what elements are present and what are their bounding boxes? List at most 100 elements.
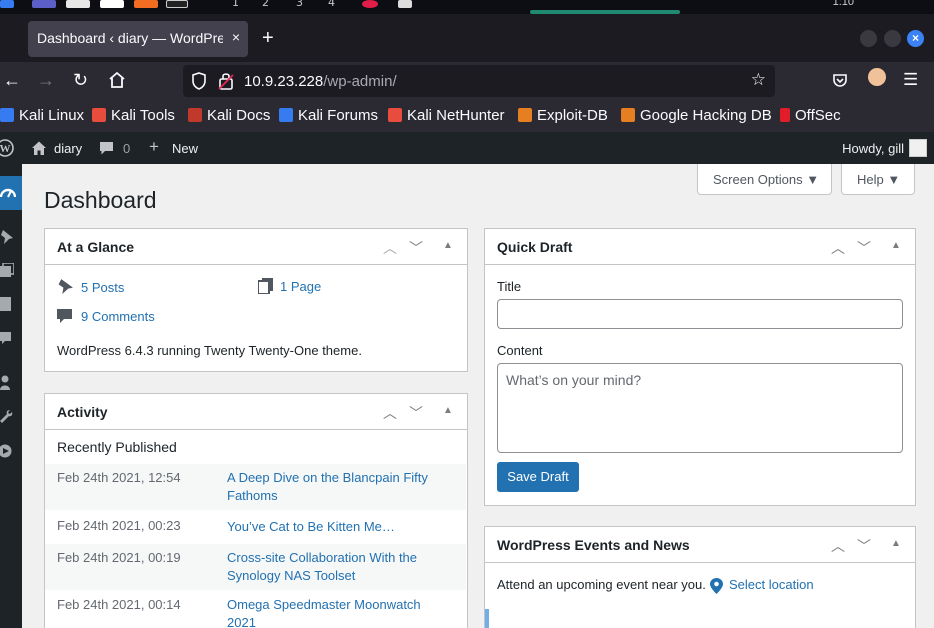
howdy-user[interactable]: Howdy, gill <box>842 141 904 156</box>
new-tab-button[interactable]: + <box>262 28 274 48</box>
menu-comments[interactable] <box>0 322 22 356</box>
bookmark-label: Kali Docs <box>207 107 271 124</box>
bookmark-label: Exploit-DB <box>537 107 608 124</box>
move-down-icon[interactable]: ﹀ <box>857 536 871 556</box>
url-text[interactable]: 10.9.23.228/wp-admin/ <box>244 73 397 90</box>
insecure-lock-icon[interactable] <box>218 71 234 91</box>
menu-dashboard[interactable] <box>0 176 22 210</box>
bookmark-exploit-db[interactable]: Exploit-DB <box>518 107 608 124</box>
workspace-2[interactable]: 2 <box>262 0 269 9</box>
post-title-link[interactable]: You’ve Cat to Be Kitten Me… <box>227 518 452 536</box>
bookmark-star-icon[interactable]: ☆ <box>751 70 766 90</box>
files-icon[interactable] <box>66 0 90 8</box>
bookmark-kali-nethunter[interactable]: Kali NetHunter <box>388 107 505 124</box>
menu-pages[interactable] <box>0 288 22 322</box>
hamburger-menu-icon[interactable]: ☰ <box>903 70 918 90</box>
wrench-icon <box>0 410 13 423</box>
home-icon[interactable] <box>31 140 47 156</box>
maximize-button[interactable] <box>884 30 901 47</box>
running-app-icon[interactable] <box>362 0 378 8</box>
pages-count-link[interactable]: 1 Page <box>280 279 321 294</box>
site-name-link[interactable]: diary <box>54 141 82 156</box>
post-title-link[interactable]: A Deep Dive on the Blancpain Fifty Fatho… <box>227 469 452 505</box>
bookmark-kali-docs[interactable]: Kali Docs <box>188 107 270 124</box>
bookmark-label: OffSec <box>795 107 841 124</box>
workspace-3[interactable]: 3 <box>296 0 303 9</box>
menu-posts[interactable] <box>0 220 22 254</box>
tab-dashboard[interactable]: Dashboard ‹ diary — WordPress × <box>28 21 248 57</box>
draft-title-input[interactable] <box>497 299 903 329</box>
tab-close-icon[interactable]: × <box>232 29 240 45</box>
firefox-icon[interactable] <box>134 0 158 8</box>
bookmark-offsec[interactable]: OffSec <box>780 107 841 124</box>
extension-icon[interactable] <box>868 68 886 86</box>
url-bar[interactable]: 10.9.23.228/wp-admin/ ☆ <box>183 65 775 97</box>
wordpress-logo-icon[interactable]: W <box>0 139 14 157</box>
select-location-link[interactable]: Select location <box>729 577 814 592</box>
comment-bubble-icon <box>57 309 72 323</box>
move-up-icon[interactable]: ︿ <box>383 403 397 423</box>
comment-count[interactable]: 0 <box>123 141 130 156</box>
menu-tools[interactable] <box>0 400 22 434</box>
running-app-icon[interactable] <box>398 0 412 8</box>
collapse-toggle-icon[interactable]: ▲ <box>891 240 901 251</box>
move-up-icon[interactable]: ︿ <box>831 238 845 258</box>
draft-content-textarea[interactable]: What’s on your mind? <box>497 363 903 453</box>
post-title-link[interactable]: Omega Speedmaster Moonwatch 2021 <box>227 596 452 628</box>
posts-count-link[interactable]: 5 Posts <box>81 280 124 295</box>
dashboard-content: Screen Options ▼ Help ▼ Dashboard At a G… <box>22 164 934 628</box>
tracking-shield-icon[interactable] <box>192 72 206 90</box>
wp-admin-bar: W diary 0 + New Howdy, gill <box>0 132 934 164</box>
workspace-1[interactable]: 1 <box>232 0 239 9</box>
move-down-icon[interactable]: ﹀ <box>857 238 871 258</box>
collapse-toggle-icon[interactable]: ▲ <box>443 240 453 251</box>
terminal-icon[interactable] <box>32 0 56 8</box>
glance-pages[interactable]: 1 Page <box>258 278 321 294</box>
page-title: Dashboard <box>44 187 157 213</box>
move-down-icon[interactable]: ﹀ <box>409 403 423 423</box>
minimize-button[interactable] <box>860 30 877 47</box>
terminal-app-icon[interactable] <box>166 0 188 8</box>
move-up-icon[interactable]: ︿ <box>831 536 845 556</box>
save-draft-button[interactable]: Save Draft <box>497 462 579 492</box>
forward-arrow-icon[interactable]: → <box>37 70 55 90</box>
close-window-button[interactable]: × <box>907 30 924 47</box>
comment-bubble-icon[interactable] <box>99 141 114 156</box>
bookmark-kali-linux[interactable]: Kali Linux <box>0 107 84 124</box>
glance-comments[interactable]: 9 Comments <box>57 308 155 324</box>
widget-header: Quick Draft ︿ ﹀ ▲ <box>485 229 915 265</box>
menu-media[interactable] <box>0 254 22 288</box>
menu-collapse[interactable] <box>0 434 22 468</box>
bookmark-label: Kali Forums <box>298 107 379 124</box>
reload-icon[interactable]: ↻ <box>73 70 88 90</box>
pocket-icon[interactable] <box>832 72 848 88</box>
help-button[interactable]: Help ▼ <box>841 164 915 195</box>
bookmark-google-hacking-db[interactable]: Google Hacking DB <box>621 107 772 124</box>
screen-options-button[interactable]: Screen Options ▼ <box>697 164 832 195</box>
workspace-4[interactable]: 4 <box>328 0 335 9</box>
location-pin-icon[interactable] <box>710 578 723 594</box>
post-date: Feb 24th 2021, 00:23 <box>57 518 181 533</box>
bookmark-label: Google Hacking DB <box>640 107 772 124</box>
bookmark-label: Kali NetHunter <box>407 107 505 124</box>
menu-users[interactable] <box>0 366 22 400</box>
bookmark-kali-forums[interactable]: Kali Forums <box>279 107 378 124</box>
plus-icon[interactable]: + <box>149 137 159 157</box>
move-down-icon[interactable]: ﹀ <box>409 238 423 258</box>
move-up-icon[interactable]: ︿ <box>383 238 397 258</box>
bookmark-kali-tools[interactable]: Kali Tools <box>92 107 175 124</box>
avatar[interactable] <box>909 139 927 157</box>
post-title-link[interactable]: Cross-site Collaboration With the Synolo… <box>227 549 452 585</box>
collapse-toggle-icon[interactable]: ▲ <box>443 405 453 416</box>
quick-draft-widget: Quick Draft ︿ ﹀ ▲ Title Content What’s o… <box>484 228 916 506</box>
glance-posts[interactable]: 5 Posts <box>57 278 124 295</box>
events-news-widget: WordPress Events and News ︿ ﹀ ▲ Attend a… <box>484 526 916 628</box>
kali-menu-icon[interactable] <box>0 0 14 8</box>
editor-icon[interactable] <box>100 0 124 8</box>
back-arrow-icon[interactable]: ← <box>3 70 21 90</box>
comments-count-link[interactable]: 9 Comments <box>81 309 155 324</box>
home-icon[interactable] <box>108 71 126 89</box>
collapse-toggle-icon[interactable]: ▲ <box>891 538 901 549</box>
new-content-link[interactable]: New <box>172 141 198 156</box>
widget-header: WordPress Events and News ︿ ﹀ ▲ <box>485 527 915 563</box>
